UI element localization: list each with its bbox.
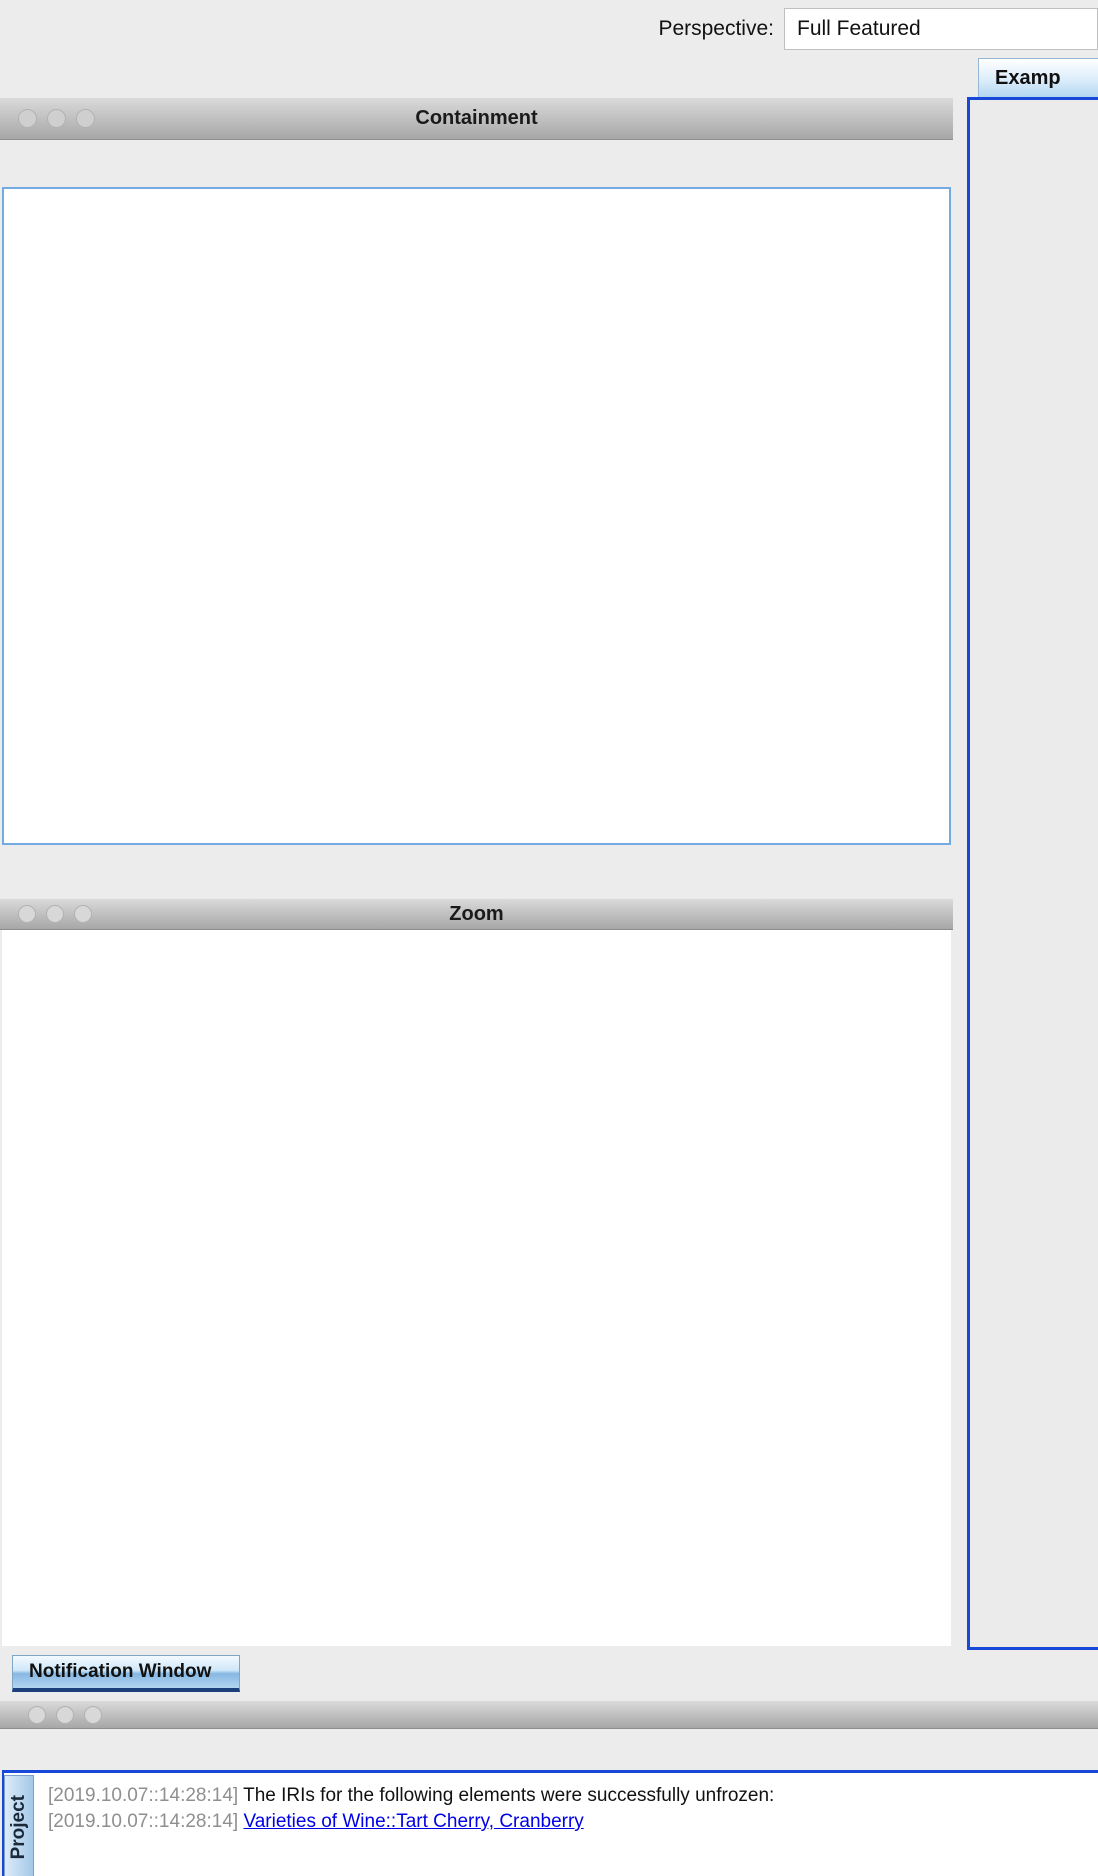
window-minimize-icon[interactable] (56, 1706, 74, 1724)
zoom-tab-bar (0, 852, 953, 898)
window-zoom-icon[interactable] (76, 109, 95, 128)
perspective-value: Full Featured (797, 17, 921, 41)
example-tab-label: Examp (995, 67, 1061, 90)
window-close-icon[interactable] (18, 109, 37, 128)
log-entry: [2019.10.07::14:28:14] Varieties of Wine… (48, 1811, 584, 1833)
log-timestamp: [2019.10.07::14:28:14] (48, 1811, 238, 1832)
window-minimize-icon[interactable] (47, 109, 66, 128)
notification-window-button[interactable]: Notification Window (12, 1655, 240, 1692)
project-tab-label: Project (8, 1795, 30, 1859)
window-close-icon[interactable] (18, 905, 36, 923)
containment-titlebar: Containment (0, 97, 953, 140)
window-zoom-icon[interactable] (84, 1706, 102, 1724)
window-minimize-icon[interactable] (46, 905, 64, 923)
perspective-select[interactable]: Full Featured (784, 8, 1098, 50)
zoom-overview-panel (2, 930, 951, 1646)
zoom-title: Zoom (0, 903, 953, 926)
containment-toolbar (0, 140, 953, 187)
containment-title: Containment (0, 107, 953, 130)
notification-titlebar (0, 1700, 1098, 1729)
log-message: The IRIs for the following elements were… (243, 1785, 774, 1806)
log-element-link[interactable]: Varieties of Wine::Tart Cherry, Cranberr… (243, 1811, 583, 1832)
tab-example-diagram[interactable]: Examp (978, 58, 1098, 97)
workspace-tab-bar (0, 57, 960, 97)
diagram-palette-panel (967, 97, 1098, 1650)
log-entry: [2019.10.07::14:28:14] The IRIs for the … (48, 1785, 774, 1807)
notification-log: Project [2019.10.07::14:28:14] The IRIs … (2, 1770, 1098, 1876)
notification-button-label: Notification Window (29, 1661, 211, 1683)
window-close-icon[interactable] (28, 1706, 46, 1724)
containment-tree (2, 187, 951, 845)
window-zoom-icon[interactable] (74, 905, 92, 923)
perspective-label: Perspective: (658, 17, 774, 41)
application-window: Perspective: Full Featured Containment Z… (0, 0, 1098, 1876)
zoom-titlebar: Zoom (0, 898, 953, 930)
main-toolbar: Perspective: Full Featured (0, 0, 1098, 57)
project-side-tab[interactable]: Project (4, 1775, 34, 1876)
log-timestamp: [2019.10.07::14:28:14] (48, 1785, 238, 1806)
